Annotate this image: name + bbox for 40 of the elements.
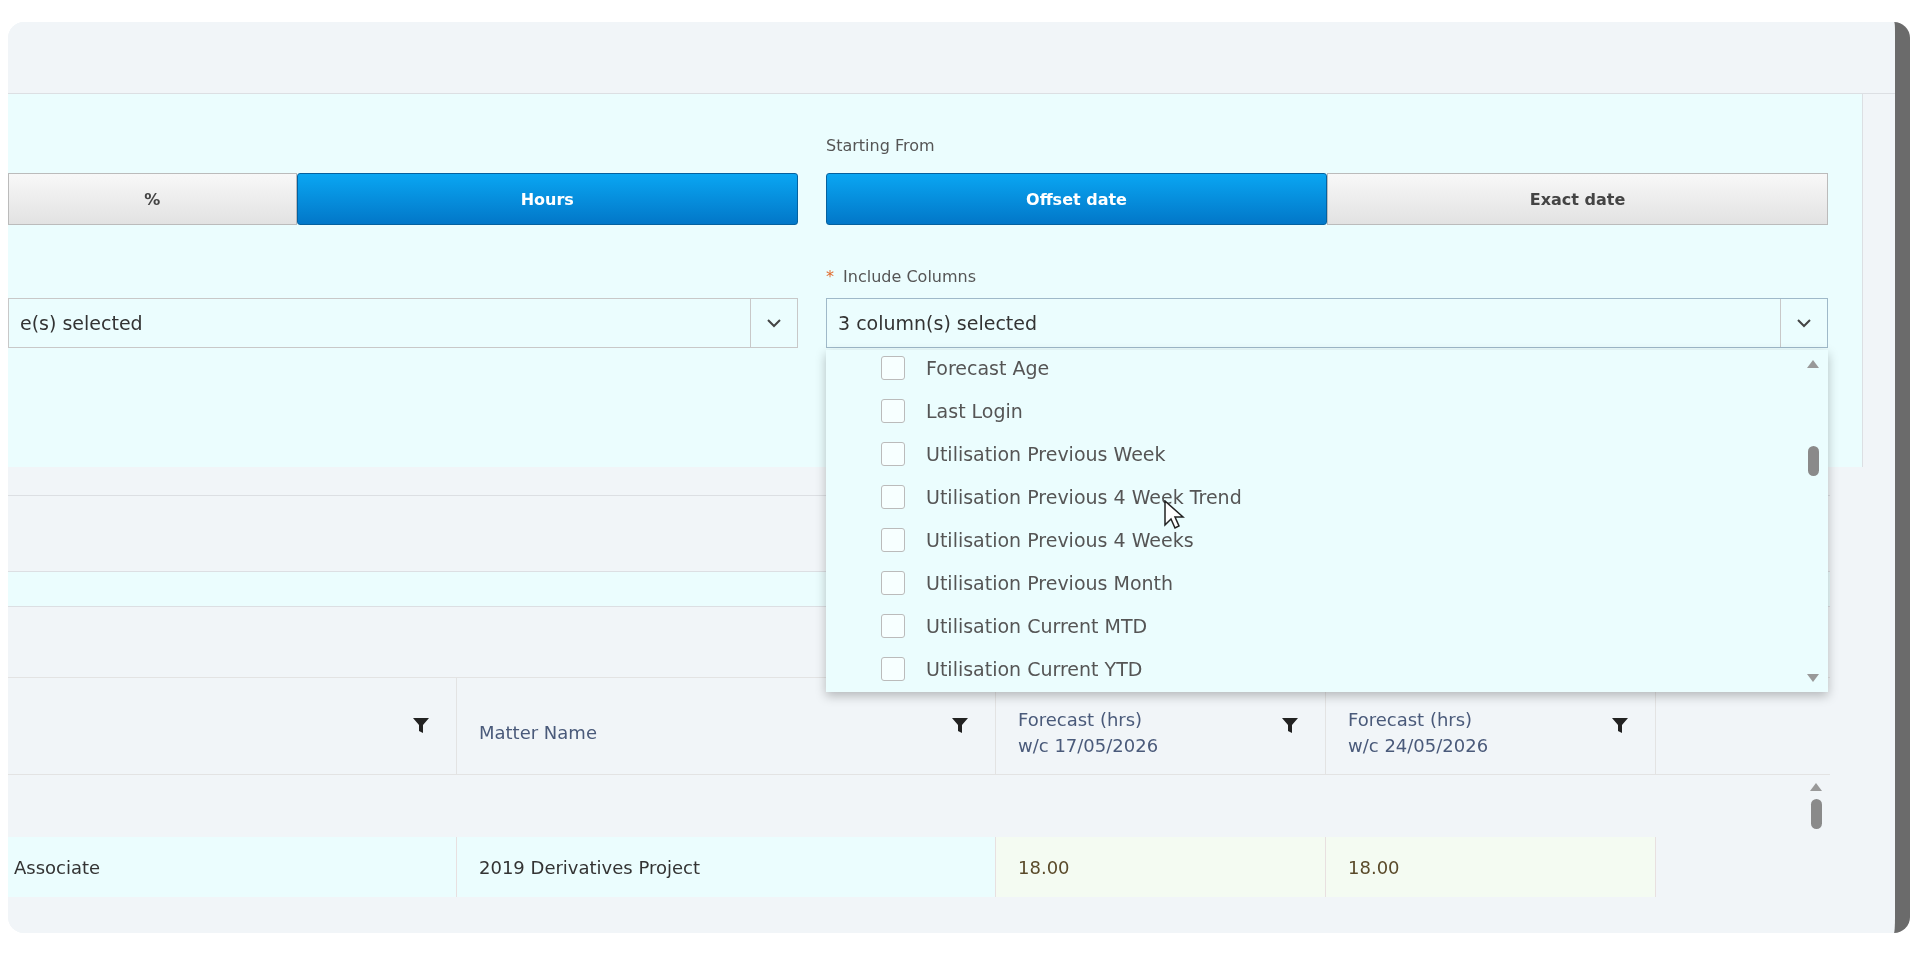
field-label: Include Columns — [843, 267, 977, 286]
checkbox[interactable] — [881, 613, 905, 638]
dropdown-option[interactable]: Forecast Age — [826, 350, 1798, 389]
filter-icon[interactable] — [1611, 717, 1629, 735]
field-label: Starting From — [826, 135, 936, 157]
dropdown-option[interactable]: Utilisation Previous Week — [826, 432, 1798, 475]
checkbox[interactable] — [881, 441, 905, 466]
scrollbar-thumb[interactable] — [1810, 799, 1822, 829]
required-mark: * — [826, 267, 834, 286]
dropdown-option[interactable]: Last Login — [826, 389, 1798, 432]
starting-from-toggle-button[interactable]: Exact date — [1327, 173, 1828, 225]
chevron-down-icon — [1797, 318, 1811, 328]
select-field[interactable]: e(s) selected — [8, 298, 798, 348]
chevron-down-icon — [767, 318, 781, 328]
table-cell: 18.00 — [1326, 837, 1656, 897]
checkbox[interactable] — [881, 398, 905, 423]
select-field[interactable]: 3 column(s) selected — [826, 298, 1828, 348]
scroll-up-icon[interactable] — [1810, 783, 1822, 791]
checkbox[interactable] — [881, 484, 905, 509]
filter-icon[interactable] — [412, 717, 430, 735]
checkbox[interactable] — [881, 570, 905, 595]
dropdown-option[interactable]: Utilisation Previous 4 Week Trend — [826, 475, 1798, 518]
scroll-up-icon[interactable] — [1807, 360, 1819, 368]
filter-icon[interactable] — [1281, 717, 1299, 735]
table-cell: Associate — [8, 837, 457, 897]
checkbox[interactable] — [881, 355, 905, 380]
unit-toggle-button[interactable]: Hours — [296, 173, 798, 225]
column-header: Matter Name — [457, 678, 996, 774]
scroll-down-icon[interactable] — [1807, 674, 1819, 682]
starting-from-toggle-button[interactable]: Offset date — [826, 173, 1327, 225]
filter-icon[interactable] — [951, 717, 969, 735]
dropdown-option[interactable]: Utilisation Previous 4 Weeks — [826, 518, 1798, 561]
table-cell: 2019 Derivatives Project — [457, 837, 996, 897]
scrollbar-thumb[interactable] — [1807, 446, 1819, 476]
unit-toggle-button[interactable]: % — [8, 173, 297, 225]
checkbox[interactable] — [881, 656, 905, 681]
dropdown-option[interactable]: Utilisation Current MTD — [826, 604, 1798, 647]
dropdown-option[interactable]: Utilisation Previous Month — [826, 561, 1798, 604]
checkbox[interactable] — [881, 527, 905, 552]
table-cell: 18.00 — [996, 837, 1326, 897]
